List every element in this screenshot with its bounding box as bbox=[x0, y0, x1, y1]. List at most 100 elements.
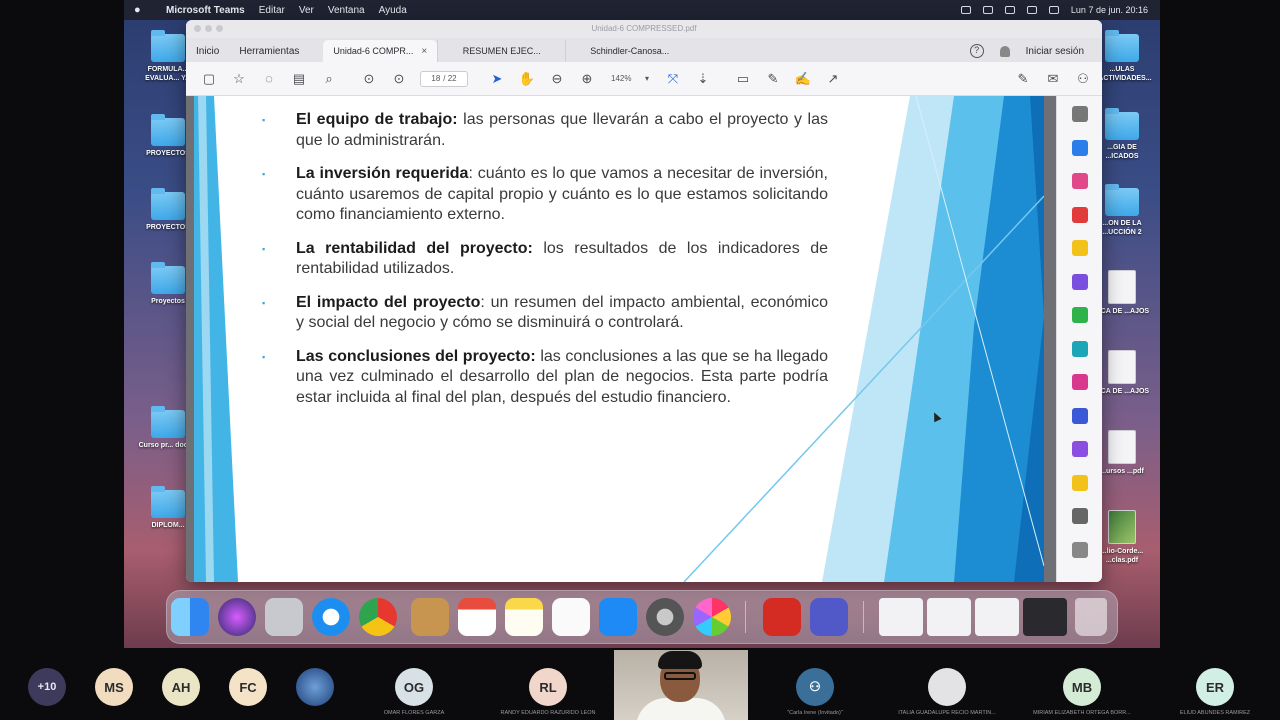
participant-name: ITALIA GUADALUPE RECIO MARTIN... bbox=[898, 710, 996, 716]
page-number-field[interactable]: 18 / 22 bbox=[420, 70, 468, 87]
trash-icon[interactable] bbox=[1075, 598, 1107, 636]
desktop-icon-label: ...ursos ...pdf bbox=[1100, 468, 1144, 475]
participant-avatar[interactable]: OG bbox=[395, 668, 433, 706]
select-arrow-icon[interactable]: ➤ bbox=[488, 70, 506, 88]
tab-bar-actions: ? Iniciar sesión bbox=[969, 40, 1102, 62]
bell-icon[interactable] bbox=[999, 45, 1010, 57]
protect-icon[interactable] bbox=[1071, 407, 1088, 424]
print-icon[interactable]: ▤ bbox=[290, 70, 308, 88]
video-status-icon[interactable] bbox=[960, 6, 971, 14]
page-fit-icon[interactable]: ⤧ bbox=[664, 70, 682, 88]
participant-avatar[interactable]: MB bbox=[1063, 668, 1101, 706]
menu-help[interactable]: Ayuda bbox=[379, 5, 407, 16]
tab-home[interactable]: Inicio bbox=[186, 40, 229, 62]
wifi-icon[interactable] bbox=[1004, 6, 1015, 14]
participant-avatar[interactable]: AH bbox=[162, 668, 200, 706]
more-participants-button[interactable]: +10 bbox=[28, 668, 66, 706]
comment-icon[interactable]: ▭ bbox=[734, 70, 752, 88]
safari-icon[interactable] bbox=[312, 598, 350, 636]
zoom-tool-icon[interactable] bbox=[1071, 106, 1088, 122]
minimized-window-icon[interactable] bbox=[975, 598, 1019, 636]
control-center-icon[interactable] bbox=[1048, 6, 1059, 14]
create-pdf-icon[interactable] bbox=[1071, 206, 1088, 223]
acrobat-icon[interactable] bbox=[763, 598, 801, 636]
pen-icon[interactable]: ✎ bbox=[764, 70, 782, 88]
bullet-term: El equipo de trabajo: bbox=[296, 111, 458, 128]
star-icon[interactable]: ☆ bbox=[230, 70, 248, 88]
system-preferences-icon[interactable] bbox=[646, 598, 684, 636]
menu-view[interactable]: Ver bbox=[299, 5, 314, 16]
launchpad-icon[interactable] bbox=[265, 598, 303, 636]
participant-avatar[interactable]: ER bbox=[1196, 668, 1234, 706]
expand-pane-icon[interactable] bbox=[1071, 541, 1088, 558]
contacts-icon[interactable] bbox=[411, 598, 449, 636]
minimized-window-icon[interactable] bbox=[879, 598, 923, 636]
tab-tools[interactable]: Herramientas bbox=[229, 40, 309, 62]
menu-app-name[interactable]: Microsoft Teams bbox=[166, 5, 245, 16]
export-pdf-icon[interactable] bbox=[1071, 139, 1088, 156]
scroll-mode-icon[interactable]: ⇣ bbox=[694, 70, 712, 88]
participant-photo-avatar[interactable] bbox=[296, 668, 334, 706]
organize-pages-icon[interactable] bbox=[1071, 307, 1088, 323]
search-icon[interactable]: ⌕ bbox=[320, 70, 338, 88]
main-toolbar: ▢ ☆ ◌ ▤ ⌕ ⊙ ⊙ 18 / 22 ➤ ✋ ⊖ ⊕ 142% ▾ ⤧ ⇣… bbox=[186, 62, 1102, 96]
page-down-icon[interactable]: ⊙ bbox=[390, 70, 408, 88]
menu-edit[interactable]: Editar bbox=[259, 5, 285, 16]
fill-sign-tool-icon[interactable] bbox=[1071, 374, 1088, 390]
minimized-window-icon[interactable] bbox=[927, 598, 971, 636]
sign-in-button[interactable]: Iniciar sesión bbox=[1026, 46, 1084, 57]
menu-window[interactable]: Ventana bbox=[328, 5, 365, 16]
tab-document[interactable]: Schindler-Canosa... bbox=[565, 40, 693, 62]
teams-icon[interactable] bbox=[810, 598, 848, 636]
compress-icon[interactable] bbox=[1071, 474, 1088, 491]
mail-icon[interactable]: ✉ bbox=[1044, 70, 1062, 88]
active-speaker-video[interactable] bbox=[614, 650, 748, 720]
page-up-icon[interactable]: ⊙ bbox=[360, 70, 378, 88]
bullet-item: ▪ El equipo de trabajo: las personas que … bbox=[262, 110, 828, 151]
close-tab-icon[interactable]: × bbox=[421, 46, 427, 57]
edit-pdf-icon[interactable] bbox=[1071, 173, 1088, 189]
fill-sign-icon[interactable]: ✎ bbox=[1014, 70, 1032, 88]
bullet-item: ▪ La inversión requerida: cuánto es lo qu… bbox=[262, 164, 828, 226]
hand-tool-icon[interactable]: ✋ bbox=[518, 70, 536, 88]
scan-ocr-icon[interactable] bbox=[1071, 340, 1088, 357]
finder-icon[interactable] bbox=[171, 598, 209, 636]
calendar-icon[interactable] bbox=[458, 598, 496, 636]
zoom-in-icon[interactable]: ⊕ bbox=[578, 70, 596, 88]
page-current: 18 bbox=[431, 74, 441, 83]
comment-tool-icon[interactable] bbox=[1071, 240, 1088, 256]
signature-icon[interactable]: ✍ bbox=[794, 70, 812, 88]
share-icon[interactable]: ↗ bbox=[824, 70, 842, 88]
reminders-icon[interactable] bbox=[552, 598, 590, 636]
participant-name: MIRIAM ELIZABETH ORTEGA BORR... bbox=[1033, 710, 1131, 716]
app-store-icon[interactable] bbox=[599, 598, 637, 636]
photos-icon[interactable] bbox=[693, 598, 731, 636]
document-viewport[interactable]: ▪ El equipo de trabajo: las personas que … bbox=[186, 96, 1056, 582]
apple-icon[interactable]: ● bbox=[134, 4, 152, 16]
guest-avatar-icon[interactable]: ⚇ bbox=[796, 668, 834, 706]
sign-tool-icon[interactable] bbox=[1071, 441, 1088, 457]
bullet-icon: ▪ bbox=[262, 169, 266, 179]
new-page-icon[interactable]: ▢ bbox=[200, 70, 218, 88]
tab-document-active[interactable]: Unidad-6 COMPR... × bbox=[323, 40, 438, 62]
siri-icon[interactable] bbox=[218, 598, 256, 636]
menu-clock[interactable]: Lun 7 de jun. 20:16 bbox=[1071, 5, 1148, 15]
zoom-level-select[interactable]: 142% ▾ bbox=[608, 71, 652, 87]
zoom-out-icon[interactable]: ⊖ bbox=[548, 70, 566, 88]
desktop-icon-label: ...lio-Corde... ...clas.pdf bbox=[1100, 548, 1144, 564]
tab-document[interactable]: RESUMEN EJEC... bbox=[437, 40, 565, 62]
search-menu-icon[interactable] bbox=[1026, 6, 1037, 14]
participant-photo-avatar[interactable] bbox=[928, 668, 966, 706]
notes-icon[interactable] bbox=[505, 598, 543, 636]
help-icon[interactable]: ? bbox=[969, 44, 984, 58]
participant-avatar[interactable]: MS bbox=[95, 668, 133, 706]
add-user-icon[interactable]: ⚇ bbox=[1074, 70, 1092, 88]
chrome-icon[interactable] bbox=[359, 598, 397, 636]
combine-files-icon[interactable] bbox=[1071, 273, 1088, 290]
more-tools-icon[interactable] bbox=[1071, 508, 1088, 524]
minimized-window-icon[interactable] bbox=[1023, 598, 1067, 636]
battery-icon[interactable] bbox=[982, 6, 993, 14]
participant-avatar[interactable]: RL bbox=[529, 668, 567, 706]
participant-avatar[interactable]: FC bbox=[229, 668, 267, 706]
upload-icon[interactable]: ◌ bbox=[260, 70, 278, 88]
